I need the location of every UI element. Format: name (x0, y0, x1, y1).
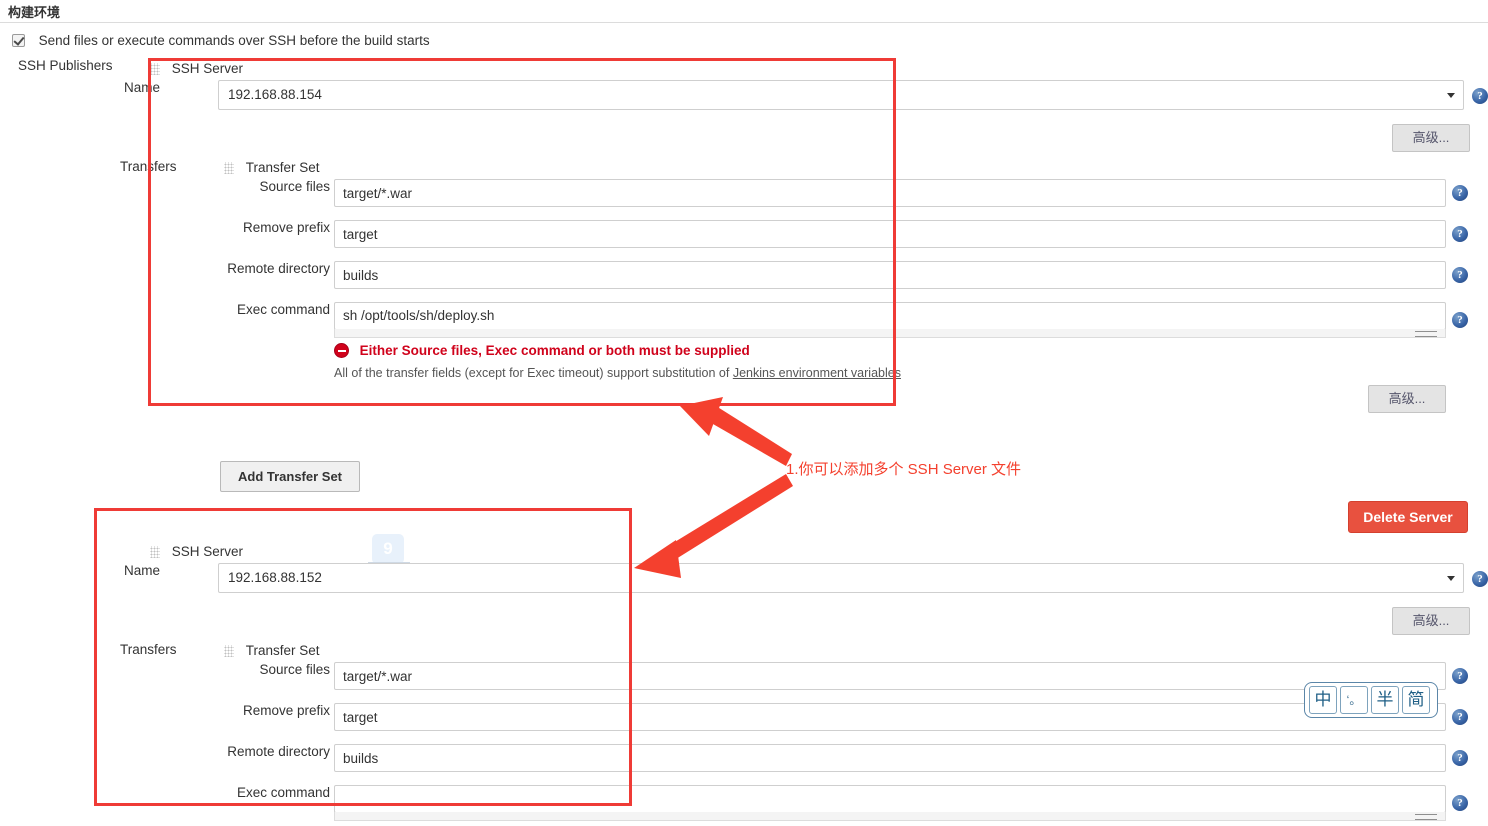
ssh-server-1-heading: SSH Server (150, 61, 243, 76)
add-transfer-set-button[interactable]: Add Transfer Set (220, 461, 360, 492)
server-1-remove-prefix-input[interactable] (334, 220, 1446, 248)
server-1-exec-command-textarea[interactable] (334, 302, 1446, 330)
jenkins-env-variables-link[interactable]: Jenkins environment variables (733, 366, 901, 380)
drag-handle-icon[interactable] (150, 63, 160, 76)
server-2-exec-command-label: Exec command (236, 785, 330, 800)
ime-toolbar[interactable]: 中 ‘。 半 简 (1304, 682, 1438, 718)
server-1-exec-command-resize-handle[interactable] (334, 329, 1446, 338)
server-1-exec-command-help-icon[interactable]: ? (1452, 312, 1468, 328)
server-2-remove-prefix-label: Remove prefix (242, 703, 330, 718)
drag-handle-icon[interactable] (150, 546, 160, 559)
server-2-exec-command-textarea[interactable] (334, 785, 1446, 813)
server-1-advanced-button[interactable]: 高级... (1392, 124, 1470, 152)
server-2-source-files-label: Source files (259, 662, 330, 677)
server-2-name-help-icon[interactable]: ? (1472, 571, 1488, 587)
server-1-hint-text: All of the transfer fields (except for E… (334, 366, 733, 380)
chevron-down-icon[interactable] (1447, 93, 1455, 98)
server-1-name-select[interactable]: 192.168.88.154 (218, 80, 1464, 110)
server-2-remote-directory-label: Remote directory (227, 744, 330, 759)
chevron-down-icon[interactable] (1447, 576, 1455, 581)
server-2-exec-command-resize-handle[interactable] (334, 812, 1446, 821)
server-1-name-help-icon[interactable]: ? (1472, 88, 1488, 104)
watermark-icon: 9 (372, 534, 404, 564)
server-1-remove-prefix-help-icon[interactable]: ? (1452, 226, 1468, 242)
send-files-over-ssh-label: Send files or execute commands over SSH … (38, 33, 430, 49)
server-2-transfers-label: Transfers (120, 642, 177, 657)
server-1-hint: All of the transfer fields (except for E… (334, 366, 901, 380)
server-1-remote-directory-help-icon[interactable]: ? (1452, 267, 1468, 283)
drag-handle-icon[interactable] (224, 645, 234, 658)
server-1-validation-error-text: Either Source files, Exec command or bot… (359, 343, 750, 359)
annotation-text: 1.你可以添加多个 SSH Server 文件 (786, 461, 1022, 478)
server-1-transfer-set-heading: Transfer Set (224, 160, 320, 175)
server-2-remove-prefix-help-icon[interactable]: ? (1452, 709, 1468, 725)
server-1-source-files-help-icon[interactable]: ? (1452, 185, 1468, 201)
page-title: 构建环境 (8, 5, 61, 20)
ssh-publishers-label: SSH Publishers (18, 58, 113, 73)
server-2-source-files-help-icon[interactable]: ? (1452, 668, 1468, 684)
server-1-source-files-input[interactable] (334, 179, 1446, 207)
server-1-remove-prefix-label: Remove prefix (242, 220, 330, 235)
server-2-name-select[interactable]: 192.168.88.152 (218, 563, 1464, 593)
server-1-source-files-label: Source files (259, 179, 330, 194)
server-1-remote-directory-input[interactable] (334, 261, 1446, 289)
server-2-name-label: Name (123, 563, 160, 578)
server-2-name-value: 192.168.88.152 (228, 570, 322, 585)
server-2-remote-directory-help-icon[interactable]: ? (1452, 750, 1468, 766)
server-2-exec-command-help-icon[interactable]: ? (1452, 795, 1468, 811)
server-1-remote-directory-label: Remote directory (227, 261, 330, 276)
server-2-remote-directory-input[interactable] (334, 744, 1446, 772)
server-1-validation-error: Either Source files, Exec command or bot… (334, 342, 750, 359)
server-1-exec-command-label: Exec command (236, 302, 330, 317)
ime-width-button[interactable]: 半 (1371, 686, 1399, 714)
server-2-advanced-button[interactable]: 高级... (1392, 607, 1470, 635)
server-2-transfer-set-heading: Transfer Set (224, 643, 320, 658)
server-1-transfers-label: Transfers (120, 159, 177, 174)
header-divider (0, 22, 1488, 23)
server-2-source-files-input[interactable] (334, 662, 1446, 690)
server-1-name-label: Name (123, 80, 160, 95)
server-2-remove-prefix-input[interactable] (334, 703, 1446, 731)
send-files-over-ssh-checkbox[interactable] (12, 34, 25, 48)
ime-mode-button[interactable]: 中 (1309, 686, 1337, 714)
ime-punctuation-button[interactable]: ‘。 (1340, 686, 1368, 714)
drag-handle-icon[interactable] (224, 162, 234, 175)
ssh-server-2-heading: SSH Server (150, 544, 243, 559)
error-icon (334, 343, 349, 359)
delete-server-button[interactable]: Delete Server (1348, 501, 1468, 533)
server-1-transfers-advanced-button[interactable]: 高级... (1368, 385, 1446, 413)
server-1-name-value: 192.168.88.154 (228, 87, 322, 102)
ime-script-button[interactable]: 简 (1402, 686, 1430, 714)
send-files-over-ssh-checkbox-row[interactable]: Send files or execute commands over SSH … (12, 32, 430, 48)
